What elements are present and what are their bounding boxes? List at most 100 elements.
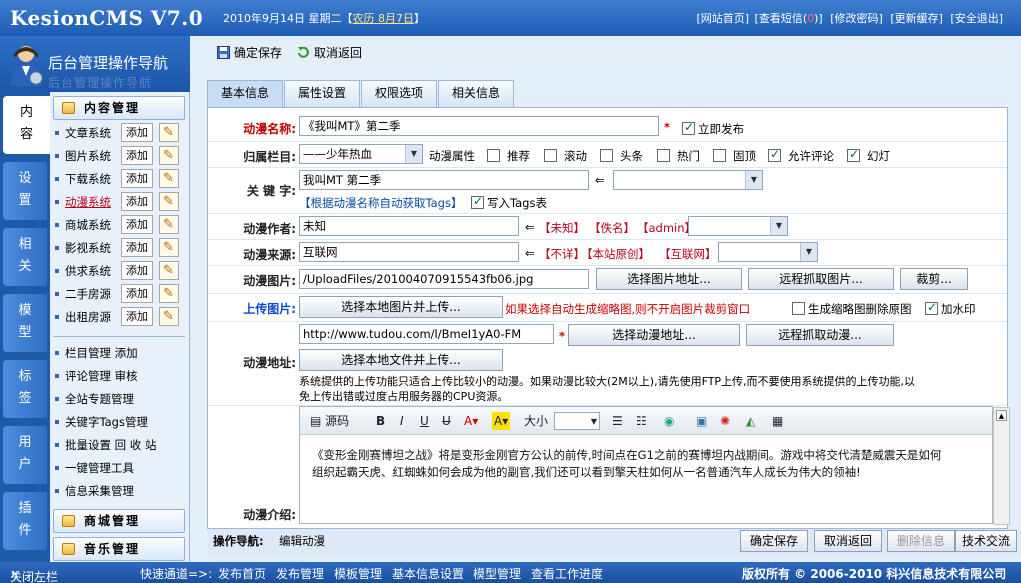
highlight-icon[interactable]: A▾ — [492, 412, 511, 430]
add-download-button[interactable]: 添加 — [121, 169, 153, 188]
source-quick-unknown[interactable]: 【不详】 — [539, 246, 585, 262]
menu-link-topic[interactable]: 全站专题管理 — [65, 392, 134, 406]
name-input[interactable]: 《我叫MT》第二季 — [299, 116, 659, 136]
link-site-home[interactable]: [网站首页] — [696, 12, 749, 25]
source-quick-internet[interactable]: 【互联网】 — [659, 246, 717, 262]
toolbar-cancel-button[interactable]: 取消返回 — [297, 44, 362, 61]
unordered-list-icon[interactable]: ☷ — [636, 412, 647, 430]
write-tags-checkbox[interactable] — [471, 194, 484, 209]
edit-pencil-icon[interactable] — [159, 169, 179, 189]
add-movie-button[interactable]: 添加 — [121, 238, 153, 257]
bottom-delete-button[interactable]: 删除信息 — [887, 530, 955, 552]
add-article-button[interactable]: 添加 — [121, 123, 153, 142]
edit-pencil-icon[interactable] — [159, 215, 179, 235]
menu-group-music[interactable]: 音乐管理 — [53, 537, 185, 561]
quick-link-settings[interactable]: 基本信息设置 — [392, 565, 464, 582]
keyword-select[interactable] — [613, 170, 763, 190]
remote-image-button[interactable]: 远程抓取图片... — [748, 268, 894, 290]
menu-item-rent-house[interactable]: 出租房源 — [65, 310, 111, 324]
add-photo-button[interactable]: 添加 — [121, 146, 153, 165]
tab-related[interactable]: 相关信息 — [438, 80, 514, 107]
image-input[interactable]: /UploadFiles/201004070915543fb06.jpg — [299, 269, 589, 289]
vtab-tags[interactable]: 标 签 — [3, 360, 47, 418]
add-shop-button[interactable]: 添加 — [121, 215, 153, 234]
auto-tags-link[interactable]: 【根据动漫名称自动获取Tags】 — [299, 195, 462, 211]
upload-image-button[interactable]: 选择本地图片并上传... — [299, 296, 503, 318]
link-update-cache[interactable]: [更新缓存] — [890, 12, 943, 25]
url-input[interactable]: http://www.tudou.com/l/BmeI1yA0-FM — [299, 324, 554, 344]
menu-link-collect[interactable]: 信息采集管理 — [65, 484, 134, 498]
bottom-cancel-button[interactable]: 取消返回 — [814, 530, 882, 552]
tab-permissions[interactable]: 权限选项 — [361, 80, 437, 107]
column-select[interactable]: ——少年热血 — [299, 144, 423, 164]
attr-comment-checkbox[interactable] — [768, 147, 781, 162]
font-color-icon[interactable]: A▾ — [464, 412, 478, 430]
menu-group-shop[interactable]: 商城管理 — [53, 509, 185, 533]
link-change-password[interactable]: [修改密码] — [830, 12, 883, 25]
add-supply-button[interactable]: 添加 — [121, 261, 153, 280]
menu-link-column[interactable]: 栏目管理 添加 — [65, 346, 138, 360]
author-input[interactable]: 未知 — [299, 216, 519, 236]
strike-icon[interactable]: U — [442, 412, 451, 430]
vtab-related[interactable]: 相 关 — [3, 228, 47, 286]
menu-item-shop[interactable]: 商城系统 — [65, 218, 111, 232]
menu-item-used-house[interactable]: 二手房源 — [65, 287, 111, 301]
edit-pencil-icon[interactable] — [159, 261, 179, 281]
upload-file-button[interactable]: 选择本地文件并上传... — [299, 349, 503, 371]
source-input[interactable]: 互联网 — [299, 242, 519, 262]
underline-icon[interactable]: U — [420, 412, 429, 430]
menu-item-photo[interactable]: 图片系统 — [65, 149, 111, 163]
edit-pencil-icon[interactable] — [159, 192, 179, 212]
toolbar-save-button[interactable]: 确定保存 — [217, 44, 282, 61]
menu-link-batch[interactable]: 批量设置 回 收 站 — [65, 438, 156, 452]
attr-headline-checkbox[interactable] — [600, 149, 613, 162]
edit-pencil-icon[interactable] — [159, 238, 179, 258]
table-icon[interactable]: ▦ — [772, 412, 783, 430]
attr-top-checkbox[interactable] — [713, 149, 726, 162]
vtab-settings[interactable]: 设 置 — [3, 162, 47, 220]
quick-link-model[interactable]: 模型管理 — [473, 565, 521, 582]
quick-link-home[interactable]: 发布首页 — [218, 565, 266, 582]
vtab-users[interactable]: 用 户 — [3, 426, 47, 484]
attr-slide-checkbox[interactable] — [847, 147, 860, 162]
vtab-content[interactable]: 内 容 — [3, 96, 50, 154]
author-select[interactable] — [688, 216, 788, 236]
tab-basic-info[interactable]: 基本信息 — [207, 80, 283, 107]
edit-pencil-icon[interactable] — [159, 123, 179, 143]
tab-attributes[interactable]: 属性设置 — [284, 80, 360, 107]
vtab-plugins[interactable]: 插 件 — [3, 492, 47, 550]
link-logout[interactable]: [安全退出] — [950, 12, 1003, 25]
flash-icon[interactable]: ✺ — [720, 412, 730, 430]
author-quick-unknown[interactable]: 【未知】 — [539, 220, 585, 236]
bold-icon[interactable]: B — [376, 412, 385, 430]
italic-icon[interactable]: I — [400, 412, 404, 430]
lunar-date-link[interactable]: 农历 8月7日 — [353, 12, 415, 25]
thumb-delete-checkbox[interactable] — [792, 302, 805, 315]
ordered-list-icon[interactable]: ☰ — [612, 412, 623, 430]
vtab-model[interactable]: 模 型 — [3, 294, 47, 352]
publish-checkbox[interactable] — [682, 120, 695, 135]
add-rent-house-button[interactable]: 添加 — [121, 307, 153, 326]
bottom-save-button[interactable]: 确定保存 — [740, 530, 808, 552]
crop-button[interactable]: 裁剪... — [900, 268, 968, 290]
menu-item-movie[interactable]: 影视系统 — [65, 241, 111, 255]
bottom-tech-button[interactable]: 技术交流 — [955, 530, 1017, 552]
link-icon[interactable]: ◉ — [664, 412, 674, 430]
quick-link-publish[interactable]: 发布管理 — [276, 565, 324, 582]
menu-item-article[interactable]: 文章系统 — [65, 126, 111, 140]
edit-pencil-icon[interactable] — [159, 146, 179, 166]
attr-recommend-checkbox[interactable] — [487, 149, 500, 162]
choose-url-button[interactable]: 选择动漫地址... — [568, 324, 740, 346]
menu-item-anime[interactable]: 动漫系统 — [65, 195, 111, 209]
add-used-house-button[interactable]: 添加 — [121, 284, 153, 303]
font-size-select[interactable]: ▼ — [554, 412, 600, 430]
menu-item-download[interactable]: 下载系统 — [65, 172, 111, 186]
source-select[interactable] — [718, 242, 818, 262]
edit-pencil-icon[interactable] — [159, 284, 179, 304]
menu-group-content[interactable]: 内容管理 — [53, 96, 185, 120]
scroll-up-icon[interactable]: ▲ — [996, 410, 1007, 421]
menu-item-supply[interactable]: 供求系统 — [65, 264, 111, 278]
editor-body[interactable]: 《变形金刚赛博坦之战》将是变形金刚官方公认的前传,时间点在G1之前的赛博坦内战期… — [300, 435, 992, 523]
editor-scrollbar[interactable]: ▲ — [993, 407, 1010, 525]
attr-hot-checkbox[interactable] — [657, 149, 670, 162]
